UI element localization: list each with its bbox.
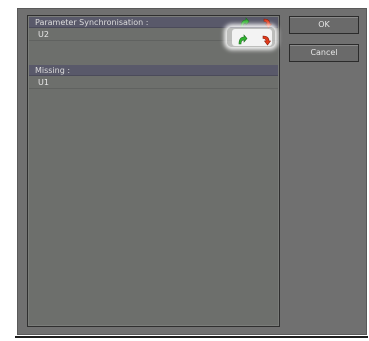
list-item-label: U1 xyxy=(38,78,49,87)
list-item-label: U2 xyxy=(38,30,49,39)
missing-section-header: Missing : xyxy=(29,65,278,76)
dialog-bottom-border xyxy=(15,336,368,338)
sync-item-green-arrow-icon[interactable] xyxy=(236,31,248,45)
unsync-item-red-arrow-icon[interactable] xyxy=(259,31,272,46)
unsync-all-red-arrow-icon[interactable] xyxy=(260,14,273,29)
ok-button[interactable]: OK xyxy=(289,16,359,34)
missing-section-title: Missing : xyxy=(35,66,71,75)
list-item-u1[interactable]: U1 xyxy=(29,77,278,89)
sync-section-title: Parameter Synchronisation : xyxy=(35,18,149,27)
parameter-list-panel: Parameter Synchronisation : U2 Missing :… xyxy=(27,15,280,327)
cancel-button[interactable]: Cancel xyxy=(289,44,359,62)
sync-all-green-arrow-icon[interactable] xyxy=(238,14,250,28)
